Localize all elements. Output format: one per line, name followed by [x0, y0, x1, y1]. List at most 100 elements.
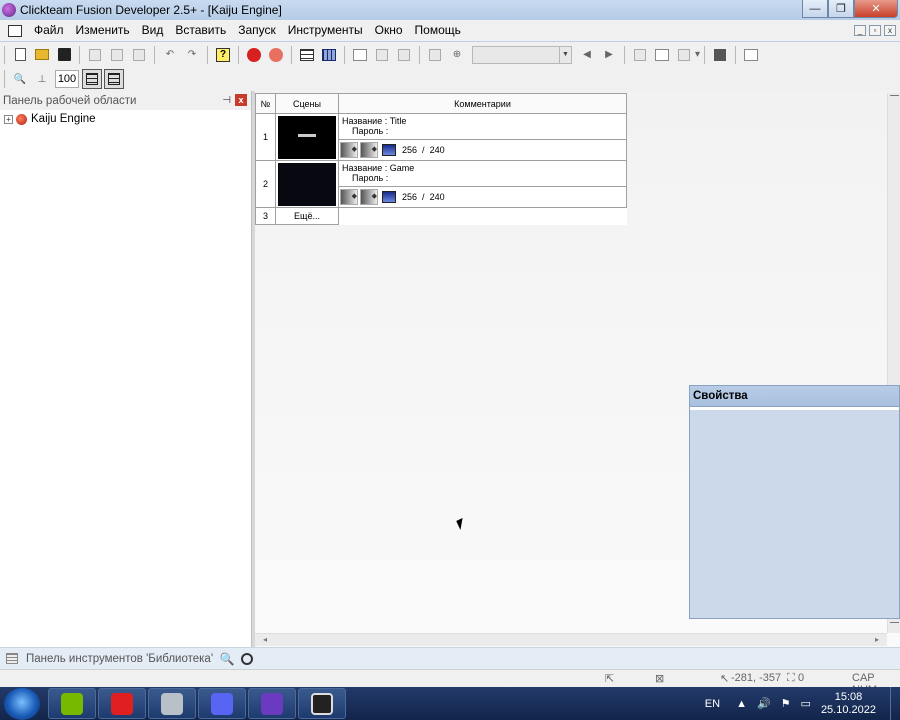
add-frame-row[interactable]: 3 Ещё... [255, 207, 627, 225]
list-view-toggle[interactable] [104, 69, 124, 89]
layout-dropdown-icon[interactable]: ▾ [695, 49, 700, 60]
redo-button[interactable]: ↷ [182, 45, 202, 65]
frame-height[interactable]: 240 [430, 145, 445, 155]
transition-in-icon[interactable] [340, 142, 358, 158]
menu-run[interactable]: Запуск [232, 20, 282, 41]
filmstrip-button[interactable] [741, 45, 761, 65]
stop-button[interactable] [710, 45, 730, 65]
menu-view[interactable]: Вид [136, 20, 170, 41]
previous-frame-button[interactable]: ◀ [577, 45, 597, 65]
frame-width[interactable]: 256 [402, 192, 417, 202]
save-button[interactable] [54, 45, 74, 65]
zoom-slider[interactable]: ⊥ [32, 69, 52, 89]
minimize-button[interactable]: — [802, 0, 828, 18]
transition-out-icon[interactable] [360, 189, 378, 205]
frame-editor-button[interactable] [350, 45, 370, 65]
fusion-app-icon[interactable] [2, 3, 16, 17]
frame-row[interactable]: 2 Название : Game Пароль : 256 / 240 [255, 160, 627, 208]
start-button[interactable] [4, 687, 40, 720]
language-indicator[interactable]: EN [705, 698, 720, 710]
clock[interactable]: 15:08 25.10.2022 [821, 691, 876, 717]
taskbar-app-fusion[interactable] [248, 688, 296, 719]
undo-button[interactable]: ↶ [160, 45, 180, 65]
fusion-icon [261, 692, 283, 715]
new-button[interactable] [10, 45, 30, 65]
library-toolbar: Панель инструментов 'Библиотека' 🔍 [0, 647, 900, 669]
open-button[interactable] [32, 45, 52, 65]
mdi-restore-icon[interactable]: ▫ [869, 25, 881, 36]
expression-button[interactable] [425, 45, 445, 65]
frame-thumbnail-cell[interactable] [275, 113, 339, 161]
run-application-button[interactable] [244, 45, 264, 65]
event-list-button[interactable] [372, 45, 392, 65]
chevron-down-icon[interactable]: ▼ [559, 46, 571, 63]
frame-height[interactable]: 240 [430, 192, 445, 202]
copy-button[interactable] [107, 45, 127, 65]
properties-title[interactable]: Свойства [690, 386, 899, 407]
show-desktop-button[interactable] [890, 687, 900, 720]
frame-width[interactable]: 256 [402, 145, 417, 155]
cut-button[interactable] [85, 45, 105, 65]
object-selector-button[interactable]: ⊕ [447, 45, 467, 65]
taskbar-app-disk[interactable] [148, 688, 196, 719]
run-frame-button[interactable] [266, 45, 286, 65]
menu-edit[interactable]: Изменить [70, 20, 136, 41]
transition-out-icon[interactable] [360, 142, 378, 158]
taskbar-app-obs[interactable] [298, 688, 346, 719]
panel-close-icon[interactable]: x [235, 94, 247, 106]
event-editor-button[interactable] [319, 45, 339, 65]
close-button[interactable]: ✕ [854, 0, 898, 18]
frame-thumbnail[interactable] [278, 162, 336, 206]
document-system-menu-icon[interactable] [8, 24, 22, 37]
scroll-top-icon[interactable] [890, 95, 899, 96]
frame-row[interactable]: 1 Название : Title Пароль : 256 / 240 [255, 113, 627, 161]
library-history-button[interactable] [238, 650, 256, 668]
scroll-left-icon[interactable]: ◂ [263, 635, 267, 644]
zoom-level-input[interactable]: 100 [55, 70, 79, 88]
pin-icon[interactable]: ⊣ [222, 95, 231, 106]
next-frame-button[interactable]: ▶ [599, 45, 619, 65]
save-disk-icon [57, 48, 71, 61]
volume-icon[interactable]: 🔊 [757, 697, 771, 710]
data-elements-button[interactable] [394, 45, 414, 65]
library-label[interactable]: Панель инструментов 'Библиотека' [26, 653, 216, 665]
storyboard-editor-button[interactable] [297, 45, 317, 65]
more-frames-button[interactable]: Ещё... [275, 207, 339, 225]
frame-combo[interactable]: ▼ [472, 45, 572, 64]
maximize-button[interactable]: ❐ [828, 0, 854, 18]
storyboard-view-toggle[interactable] [82, 69, 102, 89]
frame-info[interactable]: Название : Title Пароль : [339, 114, 626, 140]
tray-expand-icon[interactable]: ▲ [736, 698, 747, 710]
toolbar-separator [624, 45, 625, 64]
tree-item-application[interactable]: + Kaiju Engine [0, 110, 251, 128]
toolbar-separator [419, 45, 420, 64]
scroll-bottom-icon[interactable] [890, 622, 899, 623]
horizontal-scrollbar[interactable]: ◂ ▸ [255, 633, 887, 646]
network-icon[interactable]: ▭ [801, 697, 811, 710]
transition-in-icon[interactable] [340, 189, 358, 205]
mdi-minimize-icon[interactable]: _ [854, 25, 866, 36]
menu-help[interactable]: Помощь [409, 20, 467, 41]
library-search-button[interactable]: 🔍 [218, 650, 236, 668]
menu-tools[interactable]: Инструменты [282, 20, 369, 41]
zoom-button[interactable]: 🔍 [10, 69, 30, 89]
menu-insert[interactable]: Вставить [169, 20, 232, 41]
group-button[interactable] [652, 45, 672, 65]
layout-button[interactable] [674, 45, 694, 65]
taskbar-app-nvidia[interactable] [48, 688, 96, 719]
frame-number: 2 [255, 160, 276, 208]
help-button[interactable]: ? [213, 45, 233, 65]
taskbar-app-opera[interactable] [98, 688, 146, 719]
paste-button[interactable] [129, 45, 149, 65]
expand-icon[interactable]: + [4, 114, 13, 124]
action-center-flag-icon[interactable]: ⚑ [781, 697, 791, 710]
scroll-right-icon[interactable]: ▸ [875, 635, 879, 644]
taskbar-app-discord[interactable] [198, 688, 246, 719]
comment-button[interactable] [630, 45, 650, 65]
mdi-close-icon[interactable]: x [884, 25, 896, 36]
frame-thumbnail-cell[interactable] [275, 160, 339, 208]
frame-info[interactable]: Название : Game Пароль : [339, 161, 626, 187]
menu-window[interactable]: Окно [369, 20, 409, 41]
menu-file[interactable]: Файл [28, 20, 70, 41]
frame-thumbnail[interactable] [278, 115, 336, 159]
